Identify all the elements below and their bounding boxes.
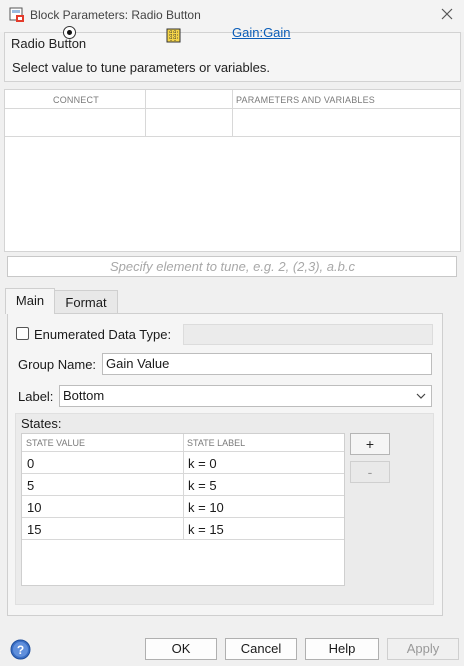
header-connect: CONNECT (53, 95, 99, 105)
add-state-button[interactable]: + (350, 433, 390, 455)
state-value: 15 (27, 522, 42, 537)
group-name-input[interactable]: Gain Value (102, 353, 432, 375)
cancel-button[interactable]: Cancel (225, 638, 297, 660)
svg-text:?: ? (17, 643, 24, 657)
state-label: k = 5 (188, 478, 217, 493)
table-row[interactable]: 5 k = 5 (22, 474, 344, 496)
states-table: STATE VALUE STATE LABEL 0 k = 0 5 k = 5 … (21, 433, 345, 586)
table-row[interactable]: 0 k = 0 (22, 452, 344, 474)
parameter-table: CONNECT PARAMETERS AND VARIABLES (4, 89, 461, 252)
enumerated-label: Enumerated Data Type: (34, 327, 172, 342)
group-description: Select value to tune parameters or varia… (12, 60, 270, 75)
table-row (5, 109, 460, 137)
help-button[interactable]: Help (305, 638, 379, 660)
state-value: 10 (27, 500, 42, 515)
header-parameters: PARAMETERS AND VARIABLES (236, 95, 376, 105)
header-state-label: STATE LABEL (187, 438, 246, 448)
states-label: States: (21, 416, 62, 431)
close-icon[interactable] (440, 7, 454, 21)
label-label: Label: (18, 389, 54, 404)
connect-radio[interactable] (63, 26, 76, 39)
gain-block-icon (166, 28, 181, 43)
group-name-label: Group Name: (18, 357, 97, 372)
remove-state-button[interactable]: - (350, 461, 390, 483)
ok-button[interactable]: OK (145, 638, 217, 660)
enumerated-checkbox[interactable] (16, 327, 29, 340)
state-label: k = 10 (188, 500, 224, 515)
state-value: 5 (27, 478, 35, 493)
tab-main[interactable]: Main (5, 288, 55, 314)
table-row[interactable]: 10 k = 10 (22, 496, 344, 518)
tab-format[interactable]: Format (55, 290, 118, 314)
block-params-icon (9, 7, 24, 22)
window-title: Block Parameters: Radio Button (30, 8, 201, 22)
chevron-down-icon (416, 393, 426, 399)
state-label: k = 0 (188, 456, 217, 471)
table-row[interactable]: 15 k = 15 (22, 518, 344, 540)
header-state-value: STATE VALUE (26, 438, 86, 448)
label-select-value: Bottom (63, 388, 105, 403)
state-value: 0 (27, 456, 35, 471)
label-select[interactable]: Bottom (59, 385, 432, 407)
group-title: Radio Button (11, 36, 87, 51)
element-tune-input[interactable]: Specify element to tune, e.g. 2, (2,3), … (7, 256, 457, 277)
apply-button[interactable]: Apply (387, 638, 459, 660)
enumerated-type-field (183, 324, 433, 345)
state-label: k = 15 (188, 522, 224, 537)
help-icon[interactable]: ? (10, 639, 31, 660)
parameter-link[interactable]: Gain:Gain (232, 25, 291, 40)
